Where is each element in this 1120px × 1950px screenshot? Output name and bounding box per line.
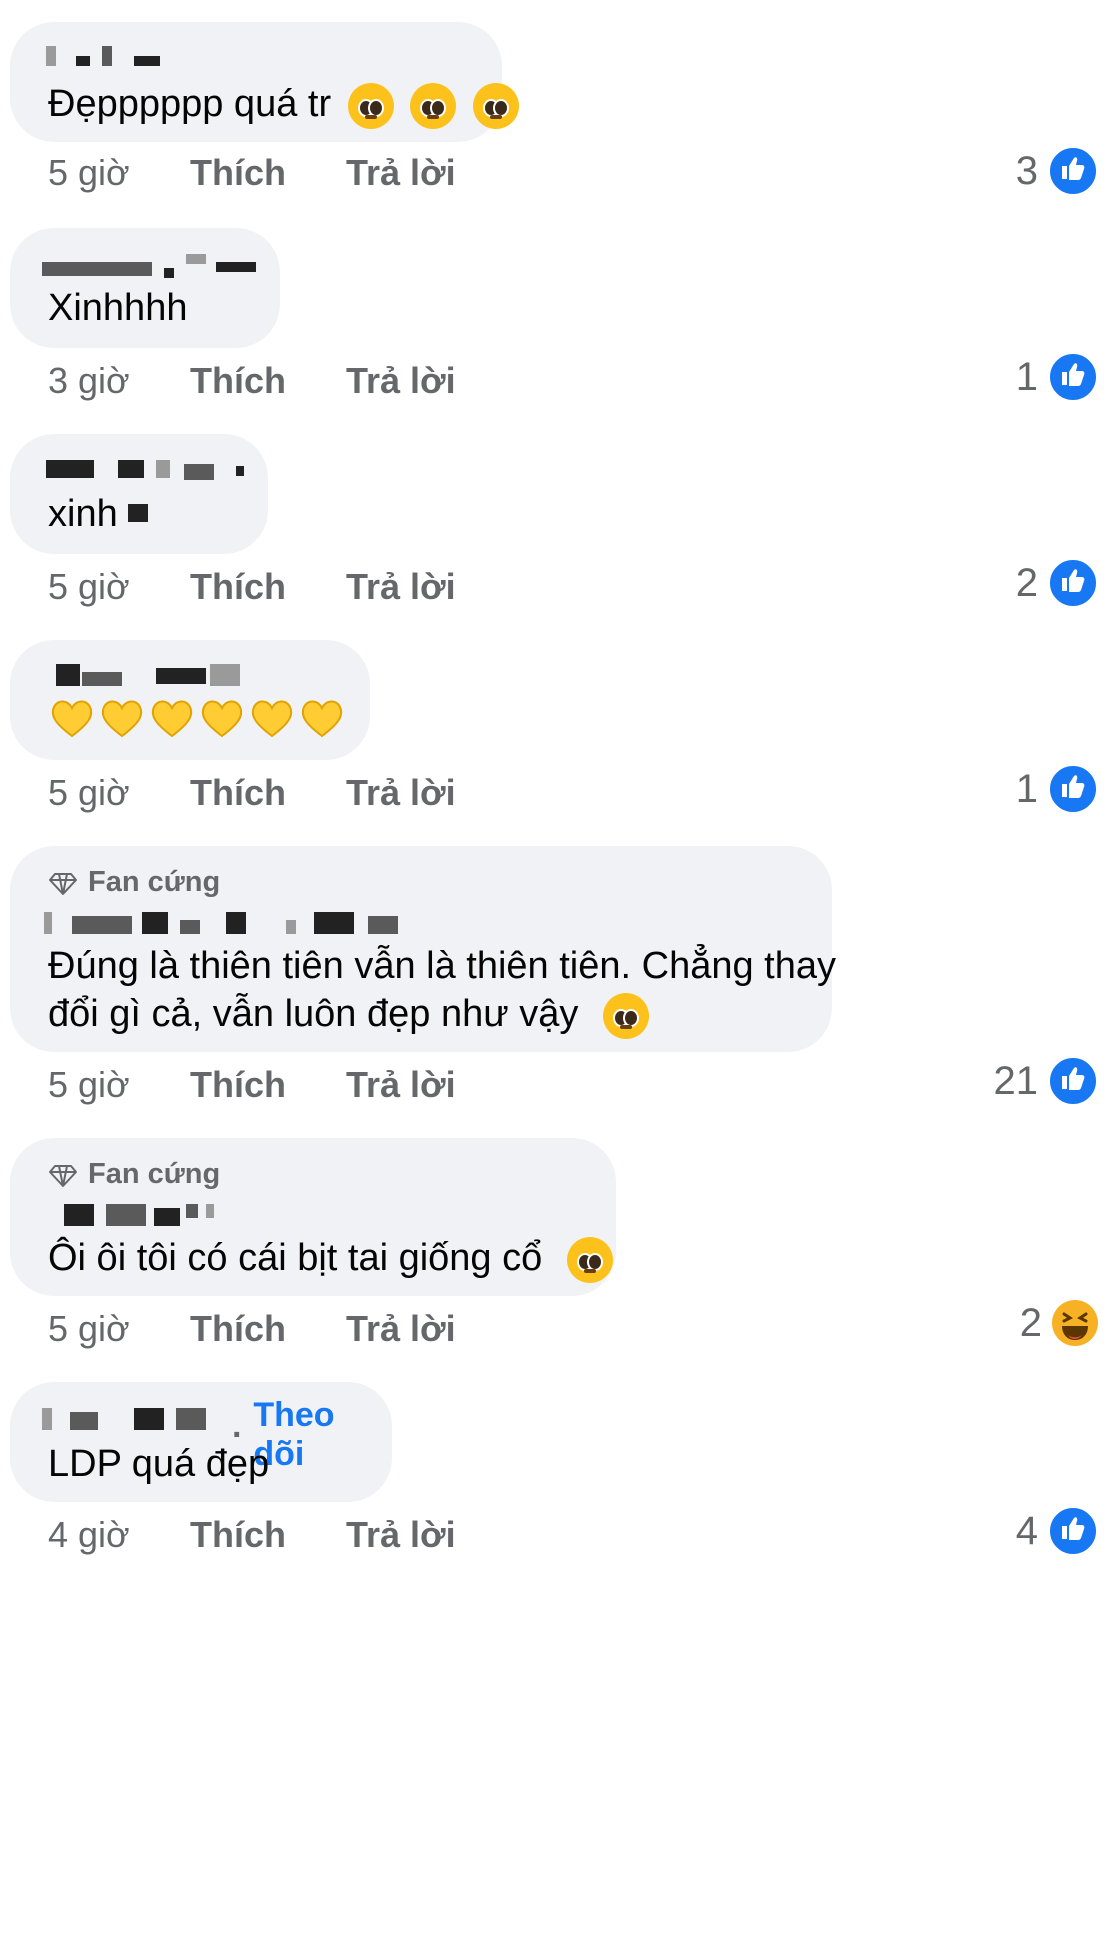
reply-button[interactable]: Trả lời xyxy=(346,566,456,608)
reaction-summary[interactable]: 2 xyxy=(1020,1300,1098,1346)
reply-button[interactable]: Trả lời xyxy=(346,772,456,814)
like-button[interactable]: Thích xyxy=(190,1064,346,1106)
reply-button[interactable]: Trả lời xyxy=(346,360,456,402)
yellow-heart-icon xyxy=(301,700,343,738)
reply-button[interactable]: Trả lời xyxy=(346,152,456,194)
reaction-count: 1 xyxy=(1015,354,1038,399)
comment-actions: 5 giờ Thích Trả lời xyxy=(48,1064,456,1106)
reply-button[interactable]: Trả lời xyxy=(346,1308,456,1350)
reaction-count: 2 xyxy=(1019,1300,1042,1345)
yellow-heart-icon xyxy=(101,700,143,738)
like-button[interactable]: Thích xyxy=(190,360,346,402)
like-button[interactable]: Thích xyxy=(190,1308,346,1350)
reaction-summary[interactable]: 1 xyxy=(1016,764,1098,814)
yellow-heart-icon xyxy=(151,700,193,738)
comment-time[interactable]: 5 giờ xyxy=(48,1064,190,1106)
yellow-heart-icon xyxy=(201,700,243,738)
comment-text: Ôi ôi tôi có cái bịt tai giống cổ xyxy=(48,1228,613,1288)
top-fan-badge: Fan cứng xyxy=(48,866,220,899)
like-button[interactable]: Thích xyxy=(190,152,346,194)
comment-bubble xyxy=(10,640,370,760)
yellow-heart-icon xyxy=(251,700,293,738)
reaction-count: 3 xyxy=(1015,148,1038,193)
haha-icon xyxy=(1052,1300,1098,1346)
comment-actions: 5 giờ Thích Trả lời xyxy=(48,152,456,194)
comment-time[interactable]: 5 giờ xyxy=(48,1308,190,1350)
comment-text: Xinhhhh xyxy=(48,287,188,329)
like-button[interactable]: Thích xyxy=(190,1514,346,1556)
comment-bubble: Fan cứng Đúng là thiên tiên vẫn là thiên… xyxy=(10,846,836,1052)
comment-bubble: Đẹpppppp quá tr xyxy=(10,22,519,142)
reaction-count: 21 xyxy=(993,1058,1039,1103)
comment-actions: 5 giờ Thích Trả lời xyxy=(48,772,456,814)
reaction-count: 2 xyxy=(1015,560,1038,605)
comment-actions: 5 giờ Thích Trả lời xyxy=(48,1308,456,1350)
reaction-summary[interactable]: 4 xyxy=(1016,1506,1098,1556)
like-icon xyxy=(1048,558,1098,608)
like-icon xyxy=(1048,764,1098,814)
like-button[interactable]: Thích xyxy=(190,772,346,814)
top-fan-badge: Fan cứng xyxy=(48,1158,220,1191)
reaction-summary[interactable]: 1 xyxy=(1016,352,1098,402)
like-icon xyxy=(1048,352,1098,402)
like-button[interactable]: Thích xyxy=(190,566,346,608)
comment-time[interactable]: 4 giờ xyxy=(48,1514,190,1556)
reaction-summary[interactable]: 3 xyxy=(1016,146,1098,196)
comment-time[interactable]: 3 giờ xyxy=(48,360,190,402)
pleading-face-icon xyxy=(472,82,519,129)
like-icon xyxy=(1048,1506,1098,1556)
comment-text: xinh xyxy=(48,484,149,544)
yellow-heart-icon xyxy=(51,700,93,738)
comment-actions: 3 giờ Thích Trả lời xyxy=(48,360,456,402)
comment-time[interactable]: 5 giờ xyxy=(48,152,190,194)
comment-bubble: Fan cứng Ôi ôi tôi có cái bịt tai giống … xyxy=(10,1138,616,1296)
pleading-face-icon xyxy=(566,1236,613,1283)
diamond-icon xyxy=(49,1164,77,1187)
comment-text: Đẹpppppp quá tr xyxy=(48,74,519,134)
reply-button[interactable]: Trả lời xyxy=(346,1514,456,1556)
comment-time[interactable]: 5 giờ xyxy=(48,566,190,608)
like-icon xyxy=(1048,1056,1098,1106)
reaction-summary[interactable]: 21 xyxy=(993,1056,1098,1106)
reaction-summary[interactable]: 2 xyxy=(1016,558,1098,608)
like-icon xyxy=(1048,146,1098,196)
comment-text: LDP quá đẹp xyxy=(48,1443,270,1485)
comment-actions: 5 giờ Thích Trả lời xyxy=(48,566,456,608)
comment-bubble: · Theo dõi LDP quá đẹp xyxy=(10,1382,392,1502)
follow-button[interactable]: Theo dõi xyxy=(253,1396,392,1474)
comment-text-line-2: đổi gì cả, vẫn luôn đẹp như vậy xyxy=(48,984,649,1044)
reply-button[interactable]: Trả lời xyxy=(346,1064,456,1106)
pleading-face-icon xyxy=(410,82,457,129)
pleading-face-icon xyxy=(602,992,649,1039)
diamond-icon xyxy=(49,872,77,895)
comment-bubble: xinh xyxy=(10,434,268,554)
comment-actions: 4 giờ Thích Trả lời xyxy=(48,1514,456,1556)
comment-time[interactable]: 5 giờ xyxy=(48,772,190,814)
comment-text xyxy=(48,686,348,746)
reaction-count: 1 xyxy=(1015,766,1038,811)
pleading-face-icon xyxy=(347,82,394,129)
comment-bubble: Xinhhhh xyxy=(10,228,280,348)
reaction-count: 4 xyxy=(1015,1508,1038,1553)
